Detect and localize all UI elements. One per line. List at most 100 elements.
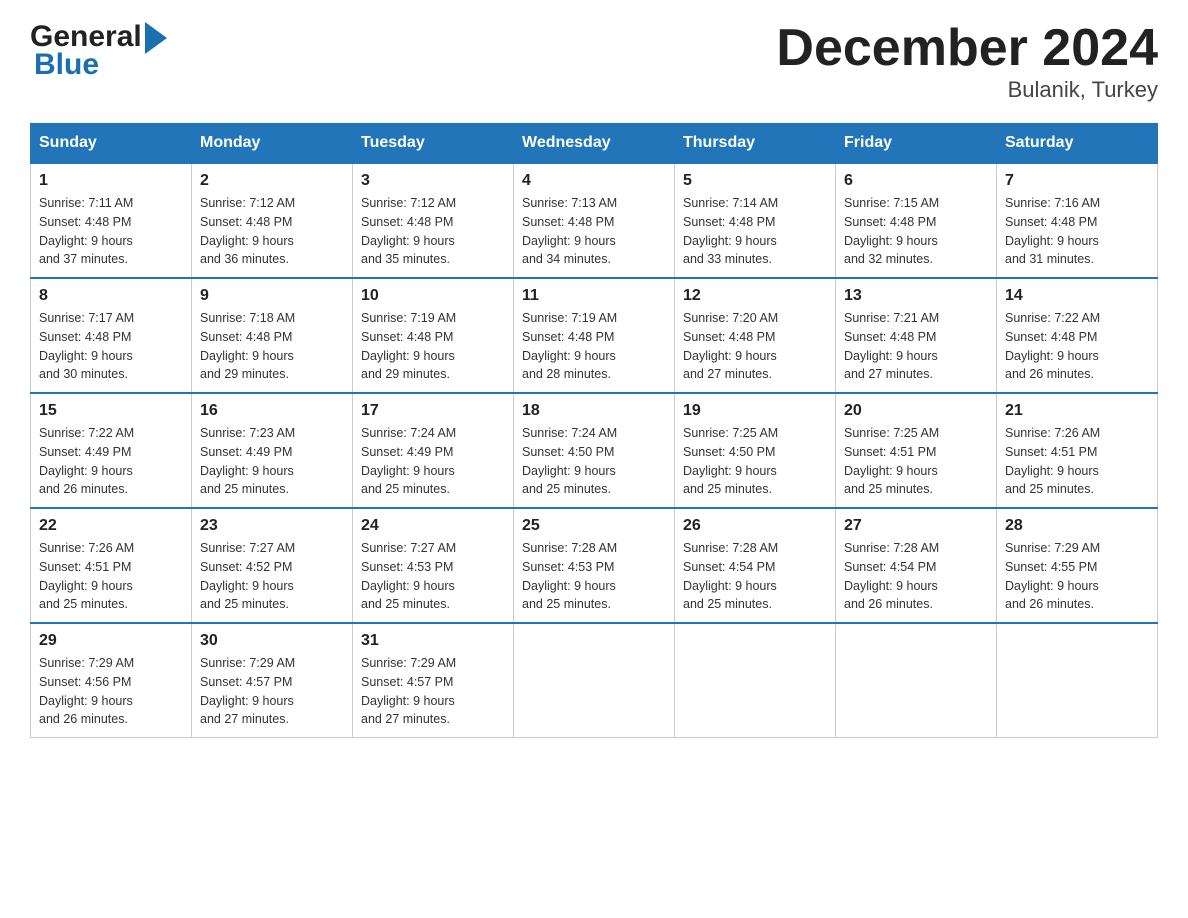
calendar-day-cell: 3 Sunrise: 7:12 AM Sunset: 4:48 PM Dayli…	[353, 163, 514, 278]
calendar-day-cell: 9 Sunrise: 7:18 AM Sunset: 4:48 PM Dayli…	[192, 278, 353, 393]
day-info: Sunrise: 7:22 AM Sunset: 4:49 PM Dayligh…	[39, 424, 183, 499]
day-info: Sunrise: 7:26 AM Sunset: 4:51 PM Dayligh…	[1005, 424, 1149, 499]
day-info: Sunrise: 7:21 AM Sunset: 4:48 PM Dayligh…	[844, 309, 988, 384]
calendar-day-cell	[514, 623, 675, 738]
calendar-day-cell: 13 Sunrise: 7:21 AM Sunset: 4:48 PM Dayl…	[836, 278, 997, 393]
day-number: 13	[844, 287, 988, 305]
day-number: 27	[844, 517, 988, 535]
logo-arrow-icon	[145, 22, 167, 54]
calendar-day-cell: 6 Sunrise: 7:15 AM Sunset: 4:48 PM Dayli…	[836, 163, 997, 278]
calendar-day-cell: 15 Sunrise: 7:22 AM Sunset: 4:49 PM Dayl…	[31, 393, 192, 508]
calendar-day-cell: 1 Sunrise: 7:11 AM Sunset: 4:48 PM Dayli…	[31, 163, 192, 278]
page-title: December 2024	[776, 20, 1158, 77]
calendar-day-cell: 4 Sunrise: 7:13 AM Sunset: 4:48 PM Dayli…	[514, 163, 675, 278]
calendar-day-cell	[997, 623, 1158, 738]
calendar-day-header: Sunday	[31, 124, 192, 164]
day-info: Sunrise: 7:24 AM Sunset: 4:49 PM Dayligh…	[361, 424, 505, 499]
calendar-day-cell: 31 Sunrise: 7:29 AM Sunset: 4:57 PM Dayl…	[353, 623, 514, 738]
logo-blue-text: Blue	[34, 48, 99, 82]
calendar-day-cell	[675, 623, 836, 738]
calendar-day-header: Tuesday	[353, 124, 514, 164]
calendar-day-cell: 5 Sunrise: 7:14 AM Sunset: 4:48 PM Dayli…	[675, 163, 836, 278]
day-number: 17	[361, 402, 505, 420]
day-number: 23	[200, 517, 344, 535]
day-info: Sunrise: 7:12 AM Sunset: 4:48 PM Dayligh…	[200, 194, 344, 269]
calendar-day-cell: 30 Sunrise: 7:29 AM Sunset: 4:57 PM Dayl…	[192, 623, 353, 738]
day-info: Sunrise: 7:25 AM Sunset: 4:50 PM Dayligh…	[683, 424, 827, 499]
calendar-day-cell: 22 Sunrise: 7:26 AM Sunset: 4:51 PM Dayl…	[31, 508, 192, 623]
calendar-day-cell: 29 Sunrise: 7:29 AM Sunset: 4:56 PM Dayl…	[31, 623, 192, 738]
day-number: 8	[39, 287, 183, 305]
day-info: Sunrise: 7:12 AM Sunset: 4:48 PM Dayligh…	[361, 194, 505, 269]
calendar-day-cell: 7 Sunrise: 7:16 AM Sunset: 4:48 PM Dayli…	[997, 163, 1158, 278]
calendar-day-header: Thursday	[675, 124, 836, 164]
calendar-week-row: 8 Sunrise: 7:17 AM Sunset: 4:48 PM Dayli…	[31, 278, 1158, 393]
day-number: 30	[200, 632, 344, 650]
day-number: 11	[522, 287, 666, 305]
page-header: General Blue December 2024 Bulanik, Turk…	[30, 20, 1158, 103]
calendar-day-cell: 26 Sunrise: 7:28 AM Sunset: 4:54 PM Dayl…	[675, 508, 836, 623]
day-number: 25	[522, 517, 666, 535]
day-info: Sunrise: 7:28 AM Sunset: 4:54 PM Dayligh…	[683, 539, 827, 614]
day-info: Sunrise: 7:24 AM Sunset: 4:50 PM Dayligh…	[522, 424, 666, 499]
calendar-day-cell: 8 Sunrise: 7:17 AM Sunset: 4:48 PM Dayli…	[31, 278, 192, 393]
calendar-day-cell: 17 Sunrise: 7:24 AM Sunset: 4:49 PM Dayl…	[353, 393, 514, 508]
day-number: 15	[39, 402, 183, 420]
day-info: Sunrise: 7:19 AM Sunset: 4:48 PM Dayligh…	[361, 309, 505, 384]
day-info: Sunrise: 7:14 AM Sunset: 4:48 PM Dayligh…	[683, 194, 827, 269]
day-info: Sunrise: 7:27 AM Sunset: 4:52 PM Dayligh…	[200, 539, 344, 614]
day-number: 22	[39, 517, 183, 535]
day-info: Sunrise: 7:22 AM Sunset: 4:48 PM Dayligh…	[1005, 309, 1149, 384]
calendar-week-row: 29 Sunrise: 7:29 AM Sunset: 4:56 PM Dayl…	[31, 623, 1158, 738]
day-info: Sunrise: 7:27 AM Sunset: 4:53 PM Dayligh…	[361, 539, 505, 614]
page-subtitle: Bulanik, Turkey	[776, 77, 1158, 103]
day-info: Sunrise: 7:25 AM Sunset: 4:51 PM Dayligh…	[844, 424, 988, 499]
calendar-day-cell: 18 Sunrise: 7:24 AM Sunset: 4:50 PM Dayl…	[514, 393, 675, 508]
title-block: December 2024 Bulanik, Turkey	[776, 20, 1158, 103]
day-number: 2	[200, 172, 344, 190]
day-number: 16	[200, 402, 344, 420]
calendar-day-cell: 12 Sunrise: 7:20 AM Sunset: 4:48 PM Dayl…	[675, 278, 836, 393]
calendar-day-cell: 27 Sunrise: 7:28 AM Sunset: 4:54 PM Dayl…	[836, 508, 997, 623]
calendar-table: SundayMondayTuesdayWednesdayThursdayFrid…	[30, 123, 1158, 738]
calendar-day-cell: 14 Sunrise: 7:22 AM Sunset: 4:48 PM Dayl…	[997, 278, 1158, 393]
day-info: Sunrise: 7:19 AM Sunset: 4:48 PM Dayligh…	[522, 309, 666, 384]
calendar-day-cell: 16 Sunrise: 7:23 AM Sunset: 4:49 PM Dayl…	[192, 393, 353, 508]
logo: General Blue	[30, 20, 167, 82]
day-info: Sunrise: 7:16 AM Sunset: 4:48 PM Dayligh…	[1005, 194, 1149, 269]
day-info: Sunrise: 7:29 AM Sunset: 4:56 PM Dayligh…	[39, 654, 183, 729]
day-info: Sunrise: 7:29 AM Sunset: 4:57 PM Dayligh…	[200, 654, 344, 729]
day-number: 14	[1005, 287, 1149, 305]
day-info: Sunrise: 7:28 AM Sunset: 4:53 PM Dayligh…	[522, 539, 666, 614]
day-number: 5	[683, 172, 827, 190]
calendar-day-cell: 11 Sunrise: 7:19 AM Sunset: 4:48 PM Dayl…	[514, 278, 675, 393]
calendar-day-cell: 10 Sunrise: 7:19 AM Sunset: 4:48 PM Dayl…	[353, 278, 514, 393]
day-number: 26	[683, 517, 827, 535]
day-info: Sunrise: 7:15 AM Sunset: 4:48 PM Dayligh…	[844, 194, 988, 269]
day-info: Sunrise: 7:20 AM Sunset: 4:48 PM Dayligh…	[683, 309, 827, 384]
day-number: 18	[522, 402, 666, 420]
day-number: 24	[361, 517, 505, 535]
day-number: 7	[1005, 172, 1149, 190]
day-info: Sunrise: 7:18 AM Sunset: 4:48 PM Dayligh…	[200, 309, 344, 384]
day-number: 9	[200, 287, 344, 305]
calendar-day-header: Saturday	[997, 124, 1158, 164]
day-number: 21	[1005, 402, 1149, 420]
day-number: 20	[844, 402, 988, 420]
day-info: Sunrise: 7:13 AM Sunset: 4:48 PM Dayligh…	[522, 194, 666, 269]
calendar-header-row: SundayMondayTuesdayWednesdayThursdayFrid…	[31, 124, 1158, 164]
day-number: 29	[39, 632, 183, 650]
calendar-day-header: Wednesday	[514, 124, 675, 164]
calendar-day-cell: 19 Sunrise: 7:25 AM Sunset: 4:50 PM Dayl…	[675, 393, 836, 508]
day-info: Sunrise: 7:26 AM Sunset: 4:51 PM Dayligh…	[39, 539, 183, 614]
day-info: Sunrise: 7:28 AM Sunset: 4:54 PM Dayligh…	[844, 539, 988, 614]
calendar-week-row: 15 Sunrise: 7:22 AM Sunset: 4:49 PM Dayl…	[31, 393, 1158, 508]
day-number: 1	[39, 172, 183, 190]
calendar-day-cell: 24 Sunrise: 7:27 AM Sunset: 4:53 PM Dayl…	[353, 508, 514, 623]
day-info: Sunrise: 7:29 AM Sunset: 4:57 PM Dayligh…	[361, 654, 505, 729]
day-number: 3	[361, 172, 505, 190]
day-number: 10	[361, 287, 505, 305]
calendar-day-header: Friday	[836, 124, 997, 164]
calendar-day-cell	[836, 623, 997, 738]
day-number: 28	[1005, 517, 1149, 535]
